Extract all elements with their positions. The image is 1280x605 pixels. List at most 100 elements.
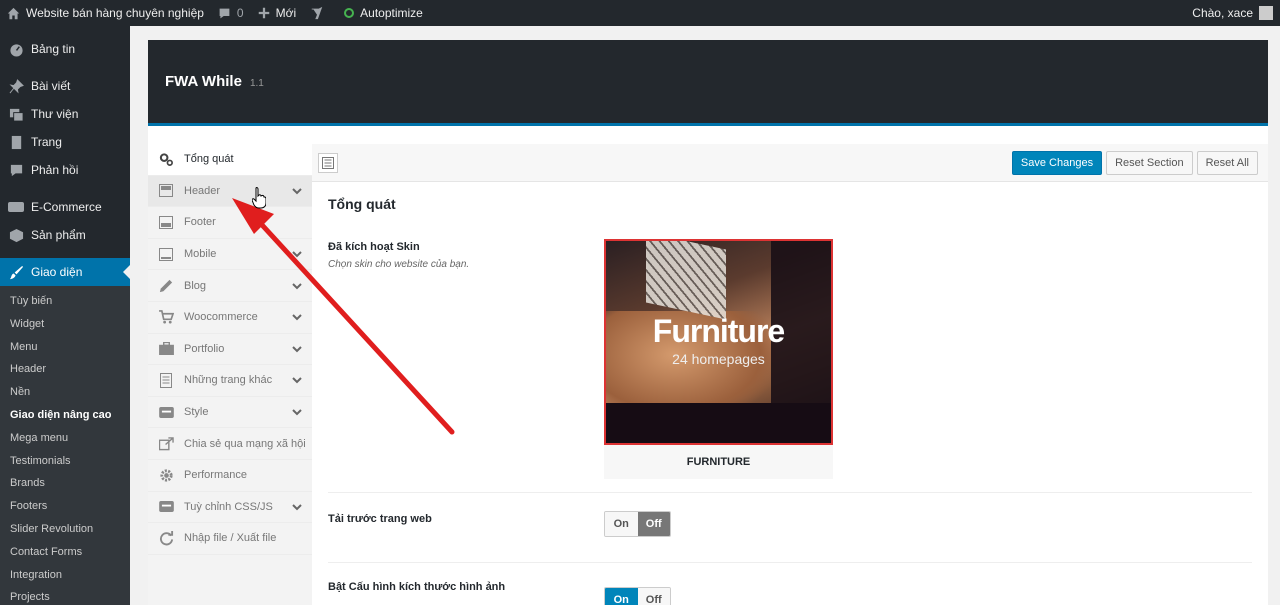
yoast-link[interactable] xyxy=(303,0,337,26)
cart-icon xyxy=(158,309,174,325)
submenu-item-menu[interactable]: Menu xyxy=(0,336,130,359)
submenu-item-integration[interactable]: Integration xyxy=(0,564,130,587)
preload-off-option[interactable]: Off xyxy=(637,512,670,536)
skin-card-furniture[interactable]: Furniture 24 homepages FURNITURE xyxy=(604,239,833,492)
submenu-item-slider-revolution[interactable]: Slider Revolution xyxy=(0,518,130,541)
panel-header: FWA While 1.1 xyxy=(148,40,1268,126)
nav-item-custom-css-js[interactable]: Tuỳ chỉnh CSS/JS xyxy=(148,492,312,524)
yoast-icon xyxy=(311,6,323,20)
chevron-down-icon xyxy=(292,314,302,321)
nav-item-label: Mobile xyxy=(184,248,217,261)
skin-caption: FURNITURE xyxy=(604,445,833,479)
comment-icon xyxy=(8,162,24,178)
submenu-item-contact-forms[interactable]: Contact Forms xyxy=(0,541,130,564)
submenu-item-projects[interactable]: Projects xyxy=(0,586,130,605)
sidebar-item-products[interactable]: Sản phẩm xyxy=(0,221,130,249)
nav-item-label: Header xyxy=(184,184,221,197)
sidebar-item-label: Bài viết xyxy=(31,79,71,93)
skin-desc: Chọn skin cho website của bạn. xyxy=(328,259,470,270)
preload-toggle[interactable]: On Off xyxy=(604,511,671,537)
preload-title: Tải trước trang web xyxy=(328,513,432,525)
nav-item-other-pages[interactable]: Những trang khác xyxy=(148,365,312,397)
nav-item-import-export[interactable]: Nhập file / Xuất file xyxy=(148,523,312,555)
image-size-title: Bật Cấu hình kích thước hình ảnh xyxy=(328,581,506,593)
autoptimize-link[interactable]: Autoptimize xyxy=(337,0,430,26)
layout-icon xyxy=(158,183,174,199)
reset-all-button[interactable]: Reset All xyxy=(1196,150,1258,175)
nav-item-label: Woocommerce xyxy=(184,311,258,324)
comments-link[interactable]: 0 xyxy=(211,0,251,26)
pin-icon xyxy=(8,78,24,94)
nav-item-label: Tuỳ chỉnh CSS/JS xyxy=(184,500,273,513)
nav-item-label: Performance xyxy=(184,469,247,482)
nav-item-social-share[interactable]: Chia sẻ qua mạng xã hội xyxy=(148,428,312,460)
nav-item-style[interactable]: Style xyxy=(148,397,312,429)
nav-item-performance[interactable]: Performance xyxy=(148,460,312,492)
status-dot-icon xyxy=(344,8,355,18)
options-nav: Tổng quát Header Footer Mobile Blog Wooc… xyxy=(148,144,312,605)
media-icon xyxy=(8,106,24,122)
sidebar-item-label: Thư viện xyxy=(31,107,79,121)
save-changes-button[interactable]: Save Changes xyxy=(1011,150,1103,175)
submenu-item-brands[interactable]: Brands xyxy=(0,472,130,495)
skin-thumbnail[interactable]: Furniture 24 homepages xyxy=(604,239,833,445)
greeting: Chào, xace xyxy=(1192,6,1253,20)
nav-item-label: Nhập file / Xuất file xyxy=(184,532,277,545)
image-size-off-option[interactable]: Off xyxy=(637,588,670,605)
nav-item-blog[interactable]: Blog xyxy=(148,270,312,302)
new-label: Mới xyxy=(275,6,297,20)
sidebar-item-posts[interactable]: Bài viết xyxy=(0,72,130,100)
nav-item-mobile[interactable]: Mobile xyxy=(148,239,312,271)
submenu-item-footers[interactable]: Footers xyxy=(0,495,130,518)
image-size-on-option[interactable]: On xyxy=(605,588,638,605)
nav-item-portfolio[interactable]: Portfolio xyxy=(148,334,312,366)
account-menu[interactable]: Chào, xace xyxy=(1185,0,1280,26)
dashboard-icon xyxy=(8,41,24,57)
admin-sidebar: Bảng tin Bài viết Thư viện Trang Phản hồ… xyxy=(0,26,130,605)
options-toolbar: Save Changes Reset Section Reset All xyxy=(312,144,1268,182)
reset-section-button[interactable]: Reset Section xyxy=(1106,150,1193,175)
submenu-item-mega-menu[interactable]: Mega menu xyxy=(0,427,130,450)
chevron-down-icon xyxy=(292,188,302,195)
nav-item-woocommerce[interactable]: Woocommerce xyxy=(148,302,312,334)
nav-item-footer[interactable]: Footer xyxy=(148,207,312,239)
sidebar-item-label: Giao diện xyxy=(31,265,83,279)
submenu-item-advanced-theme[interactable]: Giao diện nâng cao xyxy=(0,404,130,427)
submenu-item-customize[interactable]: Tùy biến xyxy=(0,290,130,313)
chevron-down-icon xyxy=(292,504,302,511)
nav-item-general[interactable]: Tổng quát xyxy=(148,144,312,176)
submenu-item-header[interactable]: Header xyxy=(0,358,130,381)
panel-version: 1.1 xyxy=(249,77,264,89)
sidebar-item-label: Sản phẩm xyxy=(31,228,86,242)
brush-icon xyxy=(8,264,24,280)
submenu-item-testimonials[interactable]: Testimonials xyxy=(0,450,130,473)
nav-item-header[interactable]: Header xyxy=(148,175,312,208)
submenu-item-widget[interactable]: Widget xyxy=(0,313,130,336)
sidebar-item-label: Bảng tin xyxy=(31,42,76,56)
image-size-toggle[interactable]: On Off xyxy=(604,587,671,605)
sidebar-item-dashboard[interactable]: Bảng tin xyxy=(0,35,130,63)
sidebar-item-comments[interactable]: Phản hồi xyxy=(0,156,130,184)
home-icon xyxy=(7,7,20,19)
admin-bar: Website bán hàng chuyên nghiệp 0 Mới Aut… xyxy=(0,0,1280,26)
section-title: Tổng quát xyxy=(328,196,396,212)
box-icon xyxy=(8,227,24,243)
skin-field-label: Đã kích hoạt Skin Chọn skin cho website … xyxy=(328,239,604,492)
refresh-icon xyxy=(158,530,174,546)
site-home-link[interactable]: Website bán hàng chuyên nghiệp xyxy=(0,0,211,26)
sidebar-item-ecommerce[interactable]: E-Commerce xyxy=(0,193,130,221)
chevron-down-icon xyxy=(292,282,302,290)
preload-on-option[interactable]: On xyxy=(605,512,638,536)
expand-options-button[interactable] xyxy=(318,152,338,173)
panel-title: FWA While xyxy=(165,73,242,90)
chevron-down-icon xyxy=(292,377,302,384)
sidebar-item-media[interactable]: Thư viện xyxy=(0,100,130,128)
new-content-link[interactable]: Mới xyxy=(251,0,304,26)
sidebar-item-pages[interactable]: Trang xyxy=(0,128,130,156)
nav-item-label: Style xyxy=(184,406,209,419)
sidebar-item-appearance[interactable]: Giao diện xyxy=(0,258,130,286)
nav-item-label: Tổng quát xyxy=(184,153,234,166)
skin-thumb-sub: 24 homepages xyxy=(672,351,765,367)
submenu-item-background[interactable]: Nền xyxy=(0,381,130,404)
briefcase-icon xyxy=(158,341,174,357)
